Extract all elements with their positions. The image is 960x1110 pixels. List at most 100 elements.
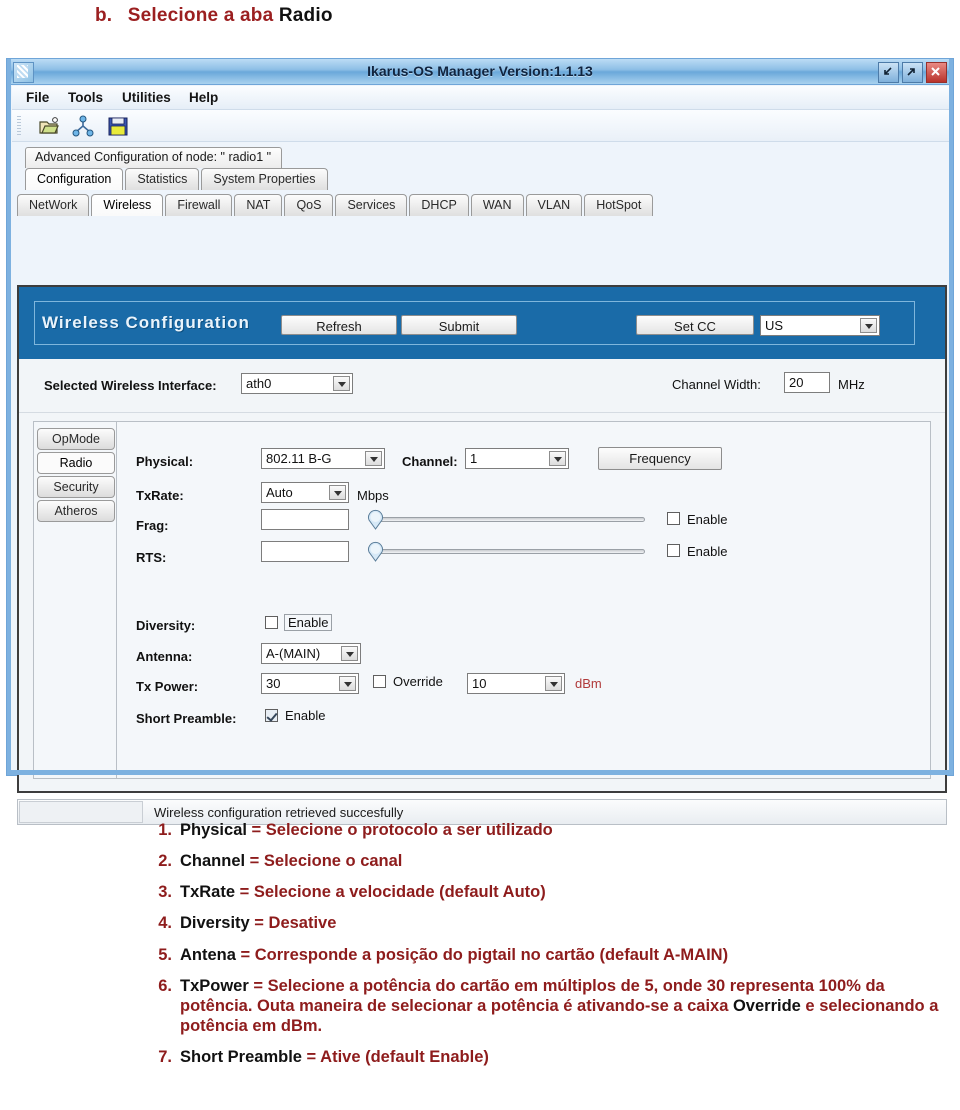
channel-select[interactable]: 1 (465, 448, 569, 469)
chevron-down-icon[interactable] (545, 676, 562, 691)
rts-slider[interactable] (368, 541, 645, 562)
chevron-down-icon[interactable] (549, 451, 566, 466)
channel-label: Channel: (402, 454, 458, 469)
radio-form: Physical: 802.11 B-G Channel: 1 Frequenc… (116, 422, 930, 778)
vtab-opmode[interactable]: OpMode (37, 428, 115, 450)
override-value-select[interactable]: 10 (467, 673, 565, 694)
heading-lead: Selecione a aba (127, 5, 279, 26)
override-label: Override (393, 674, 443, 689)
txrate-select[interactable]: Auto (261, 482, 349, 503)
list-item-number: 2. (158, 852, 172, 871)
frequency-button[interactable]: Frequency (598, 447, 722, 470)
menu-item-tools[interactable]: Tools (68, 90, 103, 105)
rts-enable-checkbox[interactable] (667, 544, 680, 557)
list-item-text: Desative (268, 914, 337, 933)
vtab-radio[interactable]: Radio (37, 452, 115, 474)
menu-item-utilities[interactable]: Utilities (122, 90, 171, 105)
antenna-select[interactable]: A-(MAIN) (261, 643, 361, 664)
list-item: 4. Diversity = Desative (158, 913, 940, 933)
instruction-list: 1. Physical = Selecione o protocolo a ser… (158, 820, 940, 1078)
node-breadcrumb: Advanced Configuration of node: " radio1… (25, 147, 283, 168)
chevron-down-icon[interactable] (860, 318, 877, 333)
list-item-text: Selecione o protocolo a ser utilizado (265, 821, 553, 839)
frag-enable-checkbox[interactable] (667, 512, 680, 525)
frag-enable-label: Enable (687, 512, 728, 527)
minimize-icon[interactable] (878, 62, 899, 83)
rts-slider-track (369, 549, 645, 554)
tab-vlan[interactable]: VLAN (525, 194, 583, 216)
frag-slider[interactable] (368, 509, 645, 530)
list-item-term: Physical (180, 821, 247, 839)
list-item: 2. Channel = Selecione o canal (158, 851, 940, 871)
tab-qos[interactable]: QoS (284, 194, 334, 216)
short-preamble-label: Short Preamble: (136, 711, 237, 726)
list-item-number: 6. (158, 976, 172, 995)
channel-value: 1 (470, 451, 478, 466)
list-item-eq: = (301, 1048, 321, 1066)
channel-width-unit: MHz (838, 377, 865, 392)
channel-width-input[interactable]: 20 (784, 372, 830, 393)
frag-input[interactable] (261, 509, 349, 530)
short-preamble-enable-label: Enable (285, 708, 326, 723)
open-folder-icon[interactable] (38, 115, 60, 137)
close-icon[interactable] (926, 62, 947, 83)
physical-select[interactable]: 802.11 B-G (261, 448, 385, 469)
tab-network[interactable]: NetWork (17, 194, 90, 216)
tab-configuration[interactable]: Configuration (25, 168, 124, 190)
window-controls (878, 62, 947, 83)
menu-bar: File Tools Utilities Help (12, 86, 950, 110)
txrate-value: Auto (266, 485, 293, 500)
interface-row: Selected Wireless Interface: ath0 Channe… (19, 359, 945, 413)
vertical-tab-list: OpMode Radio Security Atheros (37, 428, 115, 524)
submit-button[interactable]: Submit (401, 315, 517, 335)
tab-system-properties[interactable]: System Properties (201, 168, 328, 190)
toolbar-grip[interactable] (17, 116, 21, 136)
list-item-text: Ative (default Enable) (320, 1048, 489, 1066)
list-item-number: 1. (158, 821, 172, 839)
menu-item-file[interactable]: File (26, 90, 49, 105)
tab-wireless[interactable]: Wireless (91, 194, 164, 216)
chevron-down-icon[interactable] (341, 646, 358, 661)
chevron-down-icon[interactable] (339, 676, 356, 691)
network-node-icon[interactable] (72, 115, 94, 137)
list-item-term: Antena (180, 945, 236, 964)
maximize-icon[interactable] (902, 62, 923, 83)
menu-item-help[interactable]: Help (189, 90, 218, 105)
tab-firewall[interactable]: Firewall (165, 194, 233, 216)
tab-hotspot[interactable]: HotSpot (584, 194, 654, 216)
list-item-number: 4. (158, 914, 172, 933)
diversity-enable-checkbox[interactable] (265, 616, 278, 629)
txpower-select[interactable]: 30 (261, 673, 359, 694)
chevron-down-icon[interactable] (333, 376, 350, 391)
physical-value: 802.11 B-G (266, 451, 332, 466)
vtab-security[interactable]: Security (37, 476, 115, 498)
tab-nat[interactable]: NAT (234, 194, 283, 216)
tab-services[interactable]: Services (335, 194, 408, 216)
rts-slider-handle[interactable] (367, 541, 384, 562)
save-disk-icon[interactable] (107, 115, 129, 137)
interface-select[interactable]: ath0 (241, 373, 353, 394)
frag-slider-handle[interactable] (367, 509, 384, 530)
rts-input[interactable] (261, 541, 349, 562)
list-item-eq: = (249, 914, 269, 933)
list-item-term: TxRate (180, 883, 236, 902)
heading-emphasis: Radio (278, 5, 333, 26)
set-cc-button[interactable]: Set CC (636, 315, 754, 335)
country-code-value: US (765, 318, 784, 333)
antenna-label: Antenna: (136, 649, 193, 664)
refresh-button[interactable]: Refresh (281, 315, 397, 335)
list-item-number: 3. (158, 883, 172, 902)
chevron-down-icon[interactable] (365, 451, 382, 466)
override-checkbox[interactable] (373, 675, 386, 688)
tab-dhcp[interactable]: DHCP (409, 194, 469, 216)
page-title: b. Selecione a aba Radio (95, 5, 333, 27)
vtab-atheros[interactable]: Atheros (37, 500, 115, 522)
tool-bar (12, 110, 950, 142)
short-preamble-checkbox[interactable] (265, 709, 278, 722)
chevron-down-icon[interactable] (329, 485, 346, 500)
radio-settings-panel: OpMode Radio Security Atheros Physical: … (33, 421, 931, 779)
list-item-term-2: Override (732, 996, 801, 1015)
tab-statistics[interactable]: Statistics (125, 168, 200, 190)
country-code-select[interactable]: US (760, 315, 880, 336)
tab-wan[interactable]: WAN (470, 194, 524, 216)
